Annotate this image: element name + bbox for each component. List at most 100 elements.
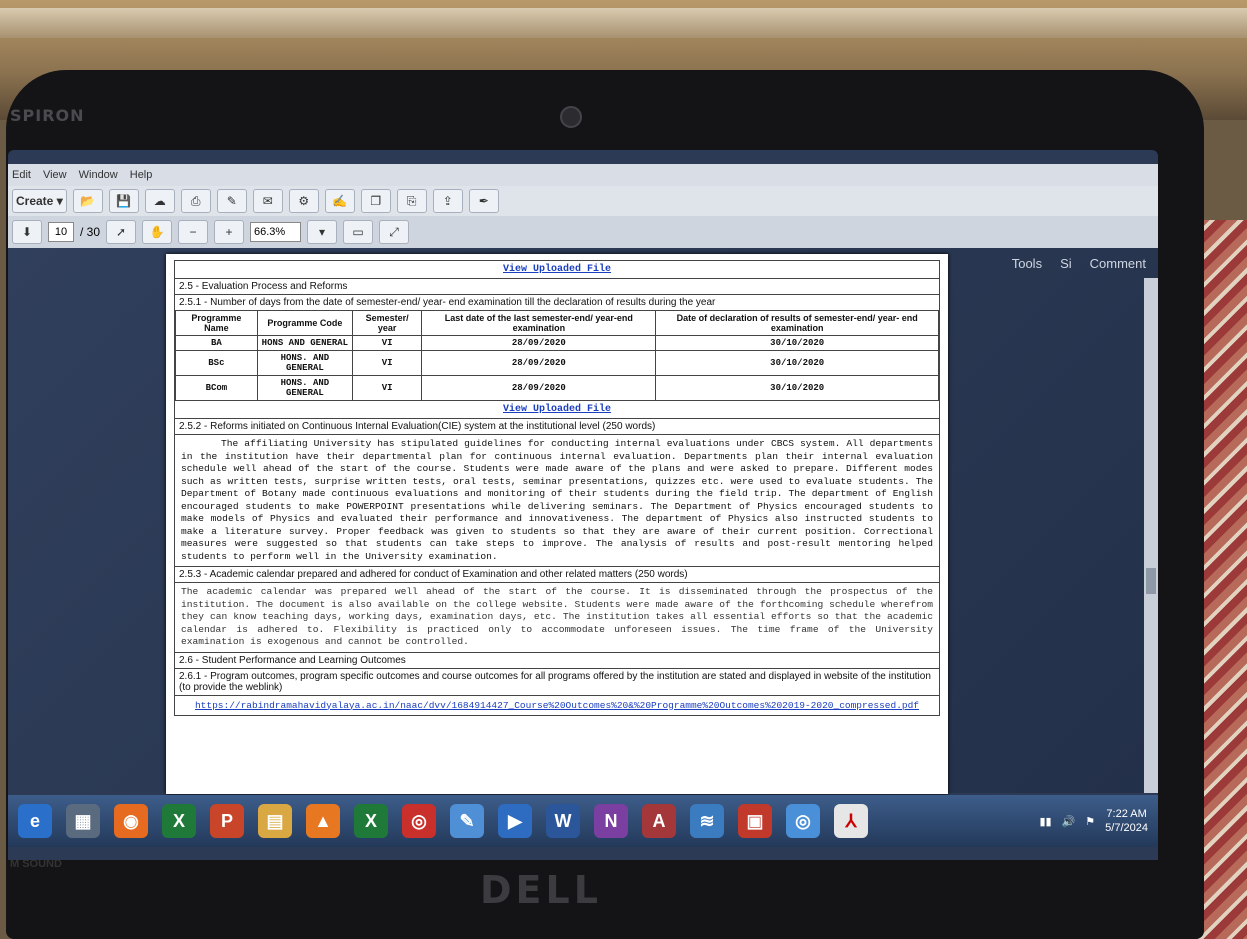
header-result-date: Date of declaration of results of semest… bbox=[655, 310, 939, 336]
section-2-5-title: 2.5 - Evaluation Process and Reforms bbox=[175, 278, 939, 294]
section-2-5-2-text: The affiliating University has stipulate… bbox=[175, 434, 939, 566]
cell-result-date: 30/10/2020 bbox=[655, 350, 939, 376]
excel-icon[interactable]: X bbox=[162, 804, 196, 838]
right-panel-tabs: Tools Si Comment bbox=[926, 248, 1158, 278]
python-icon[interactable]: ≋ bbox=[690, 804, 724, 838]
laptop-screen: Edit View Window Help Create ▾ 📂 💾 ☁ ⎙ ✎… bbox=[8, 150, 1158, 860]
clock-time: 7:22 AM bbox=[1106, 808, 1147, 820]
notes-icon[interactable]: ✎ bbox=[450, 804, 484, 838]
main-toolbar: Create ▾ 📂 💾 ☁ ⎙ ✎ ✉ ⚙ ✍ ❐ ⎘ ⇪ ✒ bbox=[8, 186, 1158, 216]
excel-alt-icon[interactable]: X bbox=[354, 804, 388, 838]
clock[interactable]: 7:22 AM 5/7/2024 bbox=[1105, 807, 1148, 835]
table-header-row: Programme Name Programme Code Semester/ … bbox=[175, 310, 939, 336]
page-number-input[interactable]: 10 bbox=[48, 222, 74, 242]
cell-result-date: 30/10/2020 bbox=[655, 375, 939, 401]
create-button[interactable]: Create ▾ bbox=[12, 189, 67, 213]
background-shelf bbox=[0, 8, 1247, 38]
acrobat-icon[interactable]: ⅄ bbox=[834, 804, 868, 838]
cell-semester: VI bbox=[352, 335, 423, 351]
scroll-thumb[interactable] bbox=[1146, 568, 1156, 594]
pdf-page: View Uploaded File 2.5 - Evaluation Proc… bbox=[166, 254, 948, 794]
menu-window[interactable]: Window bbox=[79, 169, 118, 181]
menu-edit[interactable]: Edit bbox=[12, 169, 31, 181]
media-player-icon[interactable]: ▶ bbox=[498, 804, 532, 838]
cell-semester: VI bbox=[352, 350, 423, 376]
ie-icon[interactable]: e bbox=[18, 804, 52, 838]
create-label: Create bbox=[16, 194, 54, 208]
vlc-icon[interactable]: ▲ bbox=[306, 804, 340, 838]
fit-page-icon[interactable]: ▭ bbox=[343, 220, 374, 244]
cell-result-date: 30/10/2020 bbox=[655, 335, 939, 351]
zoom-out-icon[interactable]: − bbox=[178, 220, 209, 244]
view-uploaded-file-link-1[interactable]: View Uploaded File bbox=[175, 261, 939, 278]
word-icon[interactable]: W bbox=[546, 804, 580, 838]
sign-tab[interactable]: Si bbox=[1060, 256, 1072, 271]
cell-last-exam-date: 28/09/2020 bbox=[421, 335, 657, 351]
select-tool-icon[interactable]: ➚ bbox=[106, 220, 137, 244]
page-content: View Uploaded File 2.5 - Evaluation Proc… bbox=[174, 260, 940, 716]
chrome-icon[interactable]: ◎ bbox=[402, 804, 436, 838]
windows-taskbar: e ▦ ◉ X P ▤ ▲ X ◎ ✎ ▶ W N A ≋ ▣ ◎ ⅄ bbox=[8, 795, 1158, 847]
calculator-icon[interactable]: ▦ bbox=[66, 804, 100, 838]
section-2-5-3-text: The academic calendar was prepared well … bbox=[175, 582, 939, 652]
header-last-exam-date: Last date of the last semester-end/ year… bbox=[421, 310, 657, 336]
volume-icon[interactable]: 🔊 bbox=[1062, 815, 1076, 828]
cell-last-exam-date: 28/09/2020 bbox=[421, 375, 657, 401]
cell-programme-code: HONS AND GENERAL bbox=[256, 335, 354, 351]
hand-tool-icon[interactable]: ✋ bbox=[142, 220, 173, 244]
table-row: BSc HONS. AND GENERAL VI 28/09/2020 30/1… bbox=[175, 350, 939, 376]
section-2-6-title: 2.6 - Student Performance and Learning O… bbox=[175, 651, 939, 668]
folder-open-icon[interactable]: 📂 bbox=[72, 189, 103, 213]
pdf-export-icon[interactable]: ⎘ bbox=[396, 189, 427, 213]
print-icon[interactable]: ⎙ bbox=[180, 189, 211, 213]
dell-logo: DELL bbox=[480, 868, 602, 912]
comment-tab[interactable]: Comment bbox=[1090, 256, 1146, 271]
cell-programme-name: BCom bbox=[175, 375, 258, 401]
network-icon[interactable]: ▮▮ bbox=[1039, 815, 1051, 828]
cloud-upload-icon[interactable]: ☁ bbox=[144, 189, 175, 213]
zoom-in-icon[interactable]: + bbox=[214, 220, 245, 244]
vertical-scrollbar[interactable] bbox=[1144, 278, 1158, 793]
cell-programme-code: HONS. AND GENERAL bbox=[256, 350, 354, 376]
pdf-create-icon[interactable]: ⇪ bbox=[432, 189, 463, 213]
menu-help[interactable]: Help bbox=[130, 169, 153, 181]
table-row: BA HONS AND GENERAL VI 28/09/2020 30/10/… bbox=[175, 335, 939, 351]
menu-view[interactable]: View bbox=[43, 169, 67, 181]
webcam bbox=[560, 106, 582, 128]
fit-width-icon[interactable]: ⤢ bbox=[379, 220, 410, 244]
flag-icon[interactable]: ⚑ bbox=[1085, 815, 1095, 828]
tools-tab[interactable]: Tools bbox=[1012, 256, 1042, 271]
section-2-5-3-title: 2.5.3 - Academic calendar prepared and a… bbox=[175, 566, 939, 582]
notepad-icon[interactable]: ▣ bbox=[738, 804, 772, 838]
firefox-icon[interactable]: ◉ bbox=[114, 804, 148, 838]
cell-semester: VI bbox=[352, 375, 423, 401]
clock-date: 5/7/2024 bbox=[1105, 822, 1148, 834]
comment-icon[interactable]: ✍ bbox=[324, 189, 355, 213]
zoom-dropdown-icon[interactable]: ▾ bbox=[307, 220, 338, 244]
cell-programme-name: BSc bbox=[175, 350, 258, 376]
save-icon[interactable]: 💾 bbox=[108, 189, 139, 213]
cell-last-exam-date: 28/09/2020 bbox=[421, 350, 657, 376]
view-uploaded-file-link-2[interactable]: View Uploaded File bbox=[175, 401, 939, 418]
menu-bar: Edit View Window Help bbox=[8, 164, 1158, 186]
system-tray: ▮▮ 🔊 ⚑ 7:22 AM 5/7/2024 bbox=[1039, 798, 1148, 844]
pdf-combine-icon[interactable]: ❐ bbox=[360, 189, 391, 213]
table-row: BCom HONS. AND GENERAL VI 28/09/2020 30/… bbox=[175, 375, 939, 401]
email-icon[interactable]: ✉ bbox=[252, 189, 283, 213]
explorer-icon[interactable]: ▤ bbox=[258, 804, 292, 838]
powerpoint-icon[interactable]: P bbox=[210, 804, 244, 838]
access-icon[interactable]: A bbox=[642, 804, 676, 838]
sign-icon[interactable]: ✒ bbox=[468, 189, 499, 213]
cell-programme-name: BA bbox=[175, 335, 258, 351]
prev-page-icon[interactable]: ⬇ bbox=[12, 220, 42, 244]
zoom-level-input[interactable]: 66.3% bbox=[250, 222, 302, 242]
edit-icon[interactable]: ✎ bbox=[216, 189, 247, 213]
section-2-6-1-title: 2.6.1 - Program outcomes, program specif… bbox=[175, 667, 939, 695]
laptop-model-text: SPIRON bbox=[10, 106, 85, 125]
chrome-alt-icon[interactable]: ◎ bbox=[786, 804, 820, 838]
results-table: Programme Name Programme Code Semester/ … bbox=[175, 310, 939, 401]
outcomes-weblink[interactable]: https://rabindramahavidyalaya.ac.in/naac… bbox=[175, 694, 939, 715]
onenote-icon[interactable]: N bbox=[594, 804, 628, 838]
gear-icon[interactable]: ⚙ bbox=[288, 189, 319, 213]
section-2-5-2-title: 2.5.2 - Reforms initiated on Continuous … bbox=[175, 418, 939, 434]
